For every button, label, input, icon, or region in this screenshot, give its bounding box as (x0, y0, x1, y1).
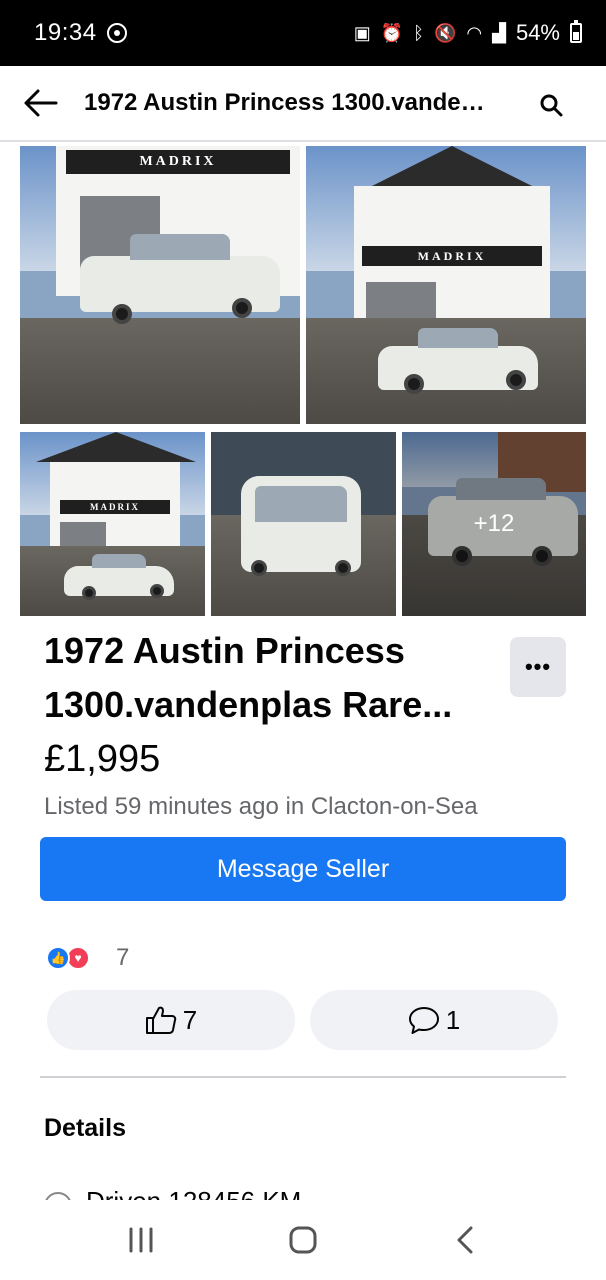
shop-sign: MADRIX (66, 150, 290, 174)
reaction-count: 7 (116, 944, 130, 971)
mute-icon: 🔇 (433, 23, 457, 43)
wifi-icon: ◠ (466, 23, 483, 43)
comment-icon (408, 1007, 439, 1034)
message-seller-button[interactable]: Message Seller (40, 837, 566, 901)
listing-photo-2[interactable]: MADRIX (306, 146, 586, 424)
like-count: 7 (182, 1004, 198, 1035)
details-heading: Details (44, 1114, 126, 1142)
status-time: 19:34 (34, 19, 97, 46)
recent-apps-icon (129, 1227, 153, 1253)
details-driven-text: Driven 128456 KM (86, 1186, 301, 1200)
more-options-icon: ••• (524, 654, 552, 679)
home-button[interactable] (273, 1210, 333, 1270)
search-button[interactable] (536, 90, 566, 120)
reaction-summary[interactable]: 👍 ♥ 7 (46, 944, 129, 972)
app-bar: 1972 Austin Princess 1300.vandenplas Rar… (0, 66, 606, 142)
battery-percent: 54% (515, 20, 560, 45)
odometer-icon (44, 1192, 72, 1200)
listing-photo-4[interactable] (211, 432, 396, 616)
listing-photo-3[interactable]: MADRIX (20, 432, 205, 616)
system-back-button[interactable] (435, 1210, 495, 1270)
listing-meta: Listed 59 minutes ago in Clacton-on-Sea (44, 793, 478, 820)
search-icon (540, 94, 563, 117)
status-bar: 19:34 ▣ ⏰ ᛒ 🔇 ◠ ▟ 54% (0, 0, 606, 66)
listing-title: 1972 Austin Princess 1300.vandenplas Rar… (44, 630, 453, 725)
signal-icon: ▟ (492, 23, 506, 43)
like-reaction-icon: 👍 (46, 946, 70, 970)
back-arrow-icon (24, 89, 58, 117)
comment-button[interactable]: 1 (310, 990, 558, 1050)
more-photos-count: +12 (473, 510, 515, 537)
section-divider (40, 1076, 566, 1078)
home-icon (289, 1226, 317, 1254)
recent-apps-button[interactable] (111, 1210, 171, 1270)
alarm-icon: ⏰ (380, 23, 404, 43)
chevron-left-icon (457, 1226, 473, 1254)
details-row-driven: Driven 128456 KM (44, 1186, 301, 1200)
system-nav-bar (0, 1200, 606, 1280)
more-options-button[interactable]: ••• (510, 637, 566, 697)
more-photos-overlay[interactable]: +12 (402, 432, 586, 616)
bluetooth-icon: ᛒ (413, 23, 424, 43)
sync-icon (106, 23, 127, 43)
listing-photo-1[interactable]: MADRIX (20, 146, 300, 424)
like-button[interactable]: 7 (47, 990, 295, 1050)
battery-icon (570, 20, 582, 43)
shop-sign: MADRIX (60, 500, 170, 514)
listing-photo-5[interactable]: +12 (402, 432, 586, 616)
status-icons: ▣ ⏰ ᛒ 🔇 ◠ ▟ 54% (354, 20, 582, 46)
sim-icon: ▣ (353, 23, 371, 43)
shop-sign: MADRIX (362, 246, 542, 266)
listing-price: £1,995 (44, 738, 161, 780)
back-button[interactable] (0, 65, 82, 141)
comment-count: 1 (445, 1004, 461, 1035)
app-bar-title: 1972 Austin Princess 1300.vandenplas Rar… (84, 89, 489, 116)
thumbs-up-icon (145, 1006, 177, 1034)
